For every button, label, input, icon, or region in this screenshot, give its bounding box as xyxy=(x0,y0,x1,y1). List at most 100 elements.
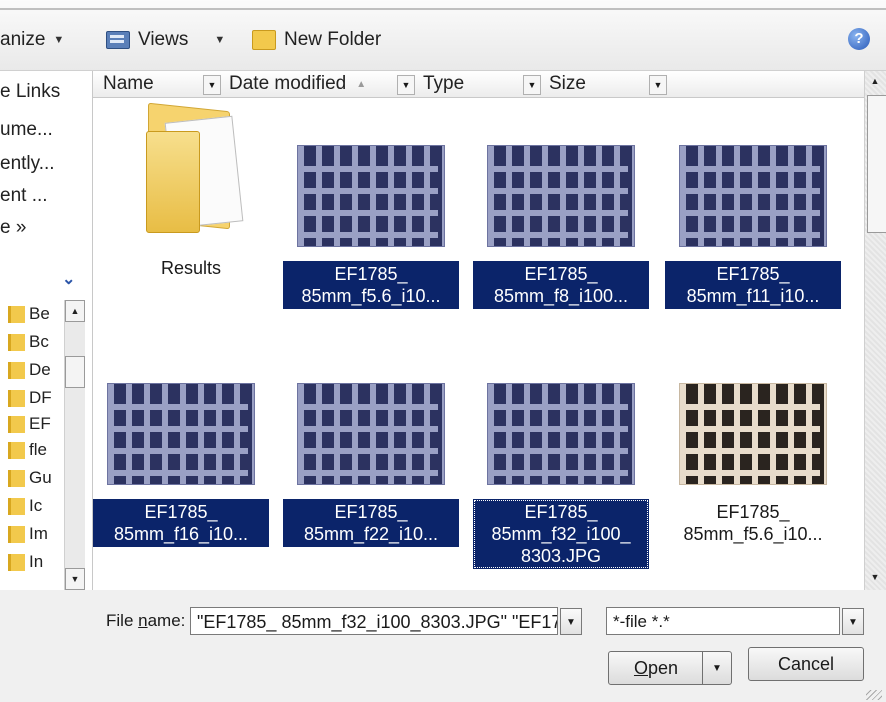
organize-button[interactable]: anize ▼ xyxy=(0,26,64,54)
scroll-thumb[interactable] xyxy=(867,95,886,233)
scroll-up-arrow-icon[interactable]: ▲ xyxy=(866,71,884,91)
file-name-input[interactable]: "EF1785_ 85mm_f32_i100_8303.JPG" "EF178 xyxy=(190,607,558,635)
folder-icon xyxy=(8,389,25,407)
scroll-down-arrow-icon[interactable]: ▼ xyxy=(866,567,884,587)
open-button[interactable]: Open xyxy=(608,651,704,685)
image-thumbnail xyxy=(487,383,635,485)
tree-folder-item[interactable]: EF xyxy=(8,411,51,437)
folder-item-results[interactable]: Results xyxy=(103,101,279,281)
image-thumbnail xyxy=(487,145,635,247)
tree-folder-label: DF xyxy=(29,388,52,407)
tree-folder-item[interactable]: DF xyxy=(8,385,52,411)
folder-icon xyxy=(8,333,25,351)
organize-label: anize xyxy=(0,29,46,50)
folder-icon xyxy=(8,553,25,571)
scroll-down-arrow-icon[interactable]: ▼ xyxy=(65,568,85,590)
help-icon[interactable]: ? xyxy=(848,28,870,50)
folders-chevron-icon[interactable]: ⌄ xyxy=(62,269,75,289)
column-header-type[interactable]: Type xyxy=(423,71,464,97)
folder-icon xyxy=(8,525,25,543)
views-button[interactable]: Views ▼ xyxy=(106,26,225,54)
image-thumbnail xyxy=(679,145,827,247)
image-thumbnail xyxy=(107,383,255,485)
file-item-label: EF1785_ 85mm_f32_i100_ 8303.JPG xyxy=(473,499,649,569)
tree-folder-item[interactable]: De xyxy=(8,357,51,383)
column-header-name[interactable]: Name xyxy=(103,71,154,97)
column-header-date-modified[interactable]: Date modified ▲ xyxy=(229,71,366,97)
file-item-label: EF1785_ 85mm_f5.6_i10... xyxy=(283,261,459,309)
file-name-label: File name: xyxy=(106,611,186,630)
tree-folder-label: fle xyxy=(29,440,47,459)
folder-icon xyxy=(8,469,25,487)
tree-folder-item[interactable]: Ic xyxy=(8,493,42,519)
image-thumbnail xyxy=(679,383,827,485)
file-item-label: EF1785_ 85mm_f8_i100... xyxy=(473,261,649,309)
new-folder-icon xyxy=(252,30,276,50)
tree-folder-item[interactable]: Gu xyxy=(8,465,52,491)
file-item-label: EF1785_ 85mm_f22_i10... xyxy=(283,499,459,547)
cancel-button[interactable]: Cancel xyxy=(748,647,864,681)
favorite-link-item[interactable]: e Links xyxy=(0,81,60,103)
tree-folder-item[interactable]: In xyxy=(8,549,43,575)
tree-folder-label: Gu xyxy=(29,468,52,487)
favorite-link-item[interactable]: ume... xyxy=(0,119,53,141)
image-thumbnail xyxy=(297,145,445,247)
column-name-dropdown-icon[interactable]: ▼ xyxy=(203,75,221,95)
column-date-label: Date modified xyxy=(229,73,347,94)
tree-folder-label: In xyxy=(29,552,44,571)
tree-folder-item[interactable]: fle xyxy=(8,437,47,463)
new-folder-label: New Folder xyxy=(284,29,382,50)
folder-icon xyxy=(8,305,25,323)
column-size-dropdown-icon[interactable]: ▼ xyxy=(649,75,667,95)
tree-folder-label: Ic xyxy=(29,496,43,515)
folder-icon xyxy=(8,415,25,433)
file-type-select[interactable]: *-file *.* xyxy=(606,607,840,635)
scroll-up-arrow-icon[interactable]: ▲ xyxy=(65,300,85,322)
file-type-dropdown-icon[interactable]: ▼ xyxy=(842,608,864,635)
file-item-thumbnail[interactable]: EF1785_ 85mm_f16_i10... xyxy=(93,383,269,547)
new-folder-button[interactable]: New Folder xyxy=(252,26,381,54)
file-item-label: EF1785_ 85mm_f16_i10... xyxy=(93,499,269,547)
file-item-thumbnail[interactable]: EF1785_ 85mm_f5.6_i10... xyxy=(665,383,841,547)
favorite-link-item[interactable]: ent ... xyxy=(0,185,48,207)
file-list-scrollbar[interactable]: ▲ ▼ xyxy=(864,71,886,590)
resize-grip-icon[interactable] xyxy=(866,690,882,700)
file-item-thumbnail[interactable]: EF1785_ 85mm_f5.6_i10... xyxy=(283,145,459,309)
toolbar-divider xyxy=(0,8,886,10)
chevron-down-icon: ▼ xyxy=(53,34,65,46)
views-icon xyxy=(106,31,130,49)
file-item-thumbnail[interactable]: EF1785_ 85mm_f11_i10... xyxy=(665,145,841,309)
more-links-item[interactable]: e » xyxy=(0,217,26,239)
scroll-thumb[interactable] xyxy=(65,356,85,388)
tree-scrollbar[interactable]: ▲ ▼ xyxy=(64,300,85,590)
file-item-label: EF1785_ 85mm_f5.6_i10... xyxy=(683,502,823,544)
file-item-thumbnail[interactable]: EF1785_ 85mm_f8_i100... xyxy=(473,145,649,309)
tree-folder-label: Bc xyxy=(29,332,49,351)
file-item-label: EF1785_ 85mm_f11_i10... xyxy=(665,261,841,309)
folder-icon xyxy=(8,441,25,459)
file-item-thumbnail[interactable]: EF1785_ 85mm_f22_i10... xyxy=(283,383,459,547)
tree-folder-label: Be xyxy=(29,304,50,323)
column-header-size[interactable]: Size xyxy=(549,71,586,97)
favorite-link-item[interactable]: ently... xyxy=(0,153,55,175)
file-item-thumbnail[interactable]: EF1785_ 85mm_f32_i100_ 8303.JPG xyxy=(473,383,649,569)
tree-folder-item[interactable]: Im xyxy=(8,521,48,547)
toolbar: anize ▼ Views ▼ New Folder ? xyxy=(0,0,886,71)
open-options-dropdown-icon[interactable]: ▼ xyxy=(702,651,732,685)
file-item-label: Results xyxy=(160,258,222,278)
tree-folder-item[interactable]: Be xyxy=(8,301,50,327)
file-name-dropdown-icon[interactable]: ▼ xyxy=(560,608,582,635)
tree-folder-item[interactable]: Bc xyxy=(8,329,49,355)
sort-ascending-icon: ▲ xyxy=(356,78,367,90)
image-thumbnail xyxy=(297,383,445,485)
column-type-dropdown-icon[interactable]: ▼ xyxy=(523,75,541,95)
file-list-view: Name ▼ Date modified ▲ ▼ Type ▼ Size ▼ R… xyxy=(93,71,864,590)
column-date-dropdown-icon[interactable]: ▼ xyxy=(397,75,415,95)
tree-folder-label: De xyxy=(29,360,51,379)
folder-icon xyxy=(142,101,244,233)
chevron-down-icon: ▼ xyxy=(214,34,226,46)
folder-icon xyxy=(8,361,25,379)
tree-folder-label: EF xyxy=(29,414,51,433)
views-label: Views xyxy=(138,29,189,50)
folder-icon xyxy=(8,497,25,515)
